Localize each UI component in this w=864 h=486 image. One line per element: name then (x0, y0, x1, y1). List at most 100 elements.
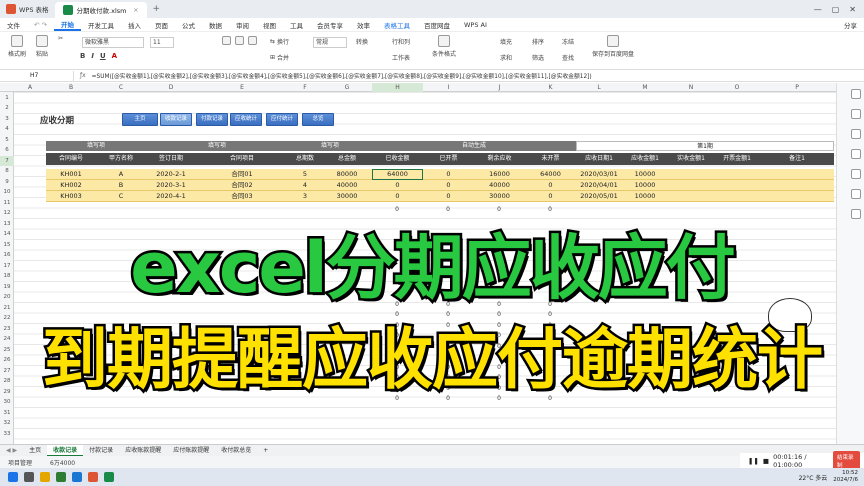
wechat-icon[interactable] (56, 472, 66, 482)
row-header[interactable]: 8 (0, 166, 14, 176)
convert-button[interactable]: 转换 (356, 37, 368, 46)
table-cell[interactable]: 0 (423, 180, 474, 191)
explorer-icon[interactable] (40, 472, 50, 482)
table-cell[interactable]: 30000 (474, 191, 525, 202)
new-tab-icon[interactable]: + (147, 4, 161, 14)
menu-member[interactable]: 会员专享 (310, 20, 350, 30)
menu-table-tools[interactable]: 表格工具 (377, 20, 417, 30)
row-header[interactable]: 4 (0, 124, 14, 134)
sheet-tab-active[interactable]: 收款记录 (47, 444, 84, 457)
fx-icon[interactable]: ƒx (74, 72, 92, 79)
maximize-icon[interactable]: ▢ (832, 5, 840, 14)
nav-home-button[interactable]: 主页 (122, 113, 158, 126)
row-header[interactable]: 5 (0, 135, 14, 145)
col-header[interactable]: E (196, 83, 288, 92)
formula-input[interactable]: =SUM([@实收金额1],[@实收金额2],[@实收金额3],[@实收金额4]… (92, 71, 592, 80)
table-cell[interactable]: KH003 (46, 191, 96, 202)
add-sheet-icon[interactable]: + (257, 445, 274, 457)
align-bottom-icon[interactable] (248, 36, 257, 45)
table-cell[interactable]: 2020-4-1 (146, 191, 196, 202)
table-cell[interactable]: 30000 (322, 191, 372, 202)
table-cell[interactable]: 合同03 (196, 191, 288, 202)
menu-insert[interactable]: 插入 (121, 20, 148, 30)
table-cell[interactable]: 3 (288, 191, 322, 202)
sheet-tab[interactable]: 主页 (23, 445, 47, 457)
row-header[interactable]: 11 (0, 198, 14, 208)
col-header[interactable]: M (622, 83, 668, 92)
table-cell[interactable]: 10000 (622, 191, 668, 202)
table-cell[interactable]: 2020/04/01 (576, 180, 622, 191)
table-cell[interactable]: 64000 (525, 169, 576, 180)
underline-button[interactable]: U (100, 52, 106, 60)
table-cell[interactable]: 40000 (474, 180, 525, 191)
sheet-tab[interactable]: 应付账款提醒 (167, 445, 215, 457)
table-cell[interactable]: 0 (423, 169, 474, 180)
selected-cell[interactable] (372, 169, 423, 180)
table-cell[interactable]: 0 (525, 180, 576, 191)
row-header[interactable]: 31 (0, 408, 14, 418)
table-cell[interactable]: 0 (525, 191, 576, 202)
sort-button[interactable]: 排序 (532, 37, 544, 46)
table-cell[interactable]: 4 (288, 180, 322, 191)
col-header[interactable]: O (714, 83, 760, 92)
col-header[interactable]: N (668, 83, 714, 92)
table-cell[interactable]: A (96, 169, 146, 180)
row-header[interactable]: 1 (0, 93, 14, 103)
nav-overview-button[interactable]: 总览 (302, 113, 334, 126)
sheet-tab[interactable]: 应收账款提醒 (119, 445, 167, 457)
menu-formula[interactable]: 公式 (175, 20, 202, 30)
col-header[interactable]: K (525, 83, 576, 92)
table-cell[interactable]: 0 (423, 191, 474, 202)
menu-baidu[interactable]: 百度网盘 (417, 20, 457, 30)
sum-button[interactable]: 求和 (500, 53, 512, 62)
table-cell[interactable]: 10000 (622, 169, 668, 180)
table-cell[interactable]: 80000 (322, 169, 372, 180)
app-home-tab[interactable]: WPS 表格 (0, 0, 55, 18)
row-header[interactable]: 10 (0, 187, 14, 197)
font-color-button[interactable]: A (112, 52, 117, 60)
sidebar-tool-icon[interactable] (851, 109, 861, 119)
merge-button[interactable]: ⊞ 合并 (270, 53, 289, 62)
table-cell[interactable]: B (96, 180, 146, 191)
col-header[interactable]: F (288, 83, 322, 92)
table-cell[interactable]: 10000 (622, 180, 668, 191)
menu-page[interactable]: 页面 (148, 20, 175, 30)
format-painter-group[interactable]: 格式刷 (8, 35, 26, 58)
share-button[interactable]: 分享 (837, 20, 864, 30)
wps-icon[interactable] (88, 472, 98, 482)
cut-button[interactable]: ✂ (58, 35, 63, 42)
sidebar-tool-icon[interactable] (851, 169, 861, 179)
col-header[interactable]: C (96, 83, 146, 92)
table-cell[interactable]: 16000 (474, 169, 525, 180)
col-header[interactable]: I (423, 83, 474, 92)
undo-icons[interactable]: ↶ ↷ (27, 21, 54, 29)
wrap-button[interactable]: ⇆ 换行 (270, 37, 289, 46)
col-header-active[interactable]: H (372, 83, 423, 92)
table-cell[interactable]: 合同01 (196, 169, 288, 180)
fill-button[interactable]: 填充 (500, 37, 512, 46)
menu-data[interactable]: 数据 (202, 20, 229, 30)
nav-payable-stats-button[interactable]: 应付统计 (266, 113, 298, 126)
name-box[interactable]: H7 (0, 70, 74, 81)
row-header[interactable]: 3 (0, 114, 14, 124)
table-cell[interactable]: 0 (372, 191, 423, 202)
project-manage[interactable]: 项目管理 (0, 458, 32, 467)
nav-payments-button[interactable]: 付款记录 (196, 113, 228, 126)
nav-receipts-button[interactable]: 收款记录 (160, 113, 192, 126)
menu-developer[interactable]: 开发工具 (81, 20, 121, 30)
sidebar-tool-icon[interactable] (851, 89, 861, 99)
col-header[interactable]: A (14, 83, 46, 92)
sidebar-tool-icon[interactable] (851, 129, 861, 139)
cond-format-button[interactable]: 条件格式 (432, 35, 456, 58)
table-cell[interactable]: 2020-3-1 (146, 180, 196, 191)
freeze-button[interactable]: 冻结 (562, 37, 574, 46)
row-header[interactable]: 6 (0, 145, 14, 155)
menu-efficiency[interactable]: 效率 (350, 20, 377, 30)
menu-home[interactable]: 开始 (53, 19, 81, 31)
find-button[interactable]: 查找 (562, 53, 574, 62)
save-cloud-button[interactable]: 保存到百度网盘 (592, 35, 634, 58)
close-tab-icon[interactable]: × (133, 6, 138, 14)
filter-button[interactable]: 筛选 (532, 53, 544, 62)
row-header[interactable]: 9 (0, 177, 14, 187)
menu-tools[interactable]: 工具 (283, 20, 310, 30)
